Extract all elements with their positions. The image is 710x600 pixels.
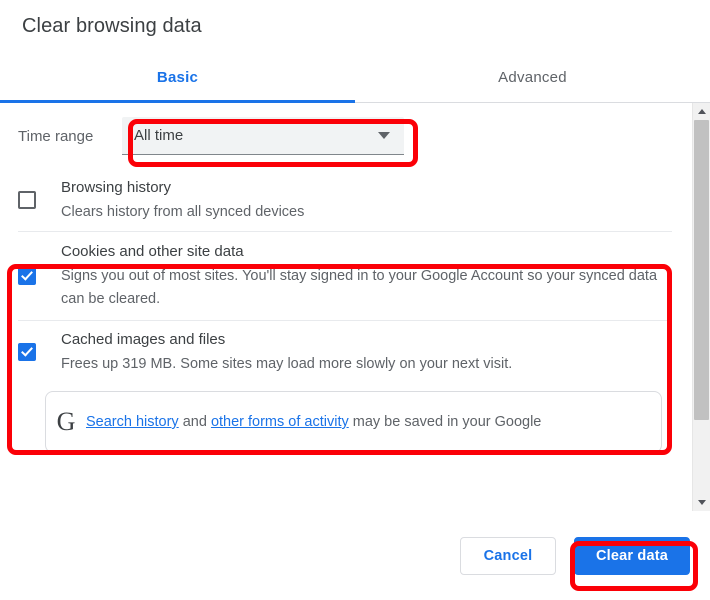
option-row-browsing-history[interactable]: Browsing history Clears history from all… (0, 169, 692, 231)
scroll-down-button[interactable] (693, 494, 710, 511)
checkbox-cached-images[interactable] (18, 343, 36, 361)
option-title: Cached images and files (61, 330, 226, 348)
option-subtitle: Clears history from all synced devices (61, 203, 305, 220)
page-title: Clear browsing data (22, 14, 202, 37)
scrollbar-thumb[interactable] (694, 120, 709, 420)
time-range-label: Time range (18, 127, 94, 145)
option-subtitle: Signs you out of most sites. You'll stay… (61, 268, 658, 307)
settings-list: Time range All time Browsing history Cle… (0, 103, 692, 511)
cancel-button[interactable]: Cancel (460, 536, 556, 575)
tab-basic-label: Basic (156, 68, 199, 86)
option-row-cached-images[interactable]: Cached images and files Frees up 319 MB.… (0, 321, 692, 383)
dialog-title-bar: Clear browsing data (0, 0, 710, 52)
scrollbar-track[interactable] (693, 120, 710, 494)
checkbox-cookies[interactable] (18, 267, 36, 285)
scroll-down-arrow-icon (697, 500, 706, 505)
tab-advanced-label: Advanced (498, 68, 567, 86)
dialog-content-area: Time range All time Browsing history Cle… (0, 103, 710, 511)
option-title: Browsing history (61, 178, 172, 196)
time-range-select-wrapper: All time (122, 117, 404, 155)
dialog-footer: Cancel Clear data (0, 511, 710, 600)
google-activity-notice: G Search history and other forms of acti… (45, 391, 662, 453)
time-range-row: Time range All time (0, 103, 692, 169)
scroll-up-button[interactable] (693, 103, 710, 120)
checkbox-browsing-history[interactable] (18, 191, 36, 209)
tab-advanced[interactable]: Advanced (355, 52, 710, 102)
time-range-value: All time (134, 127, 184, 144)
scroll-up-arrow-icon (697, 109, 706, 114)
option-texts: Cookies and other site data Signs you ou… (61, 241, 662, 311)
option-texts: Browsing history Clears history from all… (61, 177, 662, 224)
option-texts: Cached images and files Frees up 319 MB.… (61, 329, 662, 376)
google-g-icon: G (56, 407, 76, 436)
option-subtitle: Frees up 319 MB. Some sites may load mor… (61, 355, 513, 372)
chevron-down-icon (378, 132, 390, 139)
tab-basic[interactable]: Basic (0, 52, 355, 103)
notice-mid-text: and (178, 414, 211, 430)
option-row-cookies[interactable]: Cookies and other site data Signs you ou… (0, 232, 692, 320)
clear-browsing-data-dialog: Clear browsing data Basic Advanced Time … (0, 0, 710, 600)
option-title: Cookies and other site data (61, 243, 244, 260)
notice-tail-text: may be saved in your Google (348, 414, 542, 430)
search-history-link[interactable]: Search history (86, 414, 179, 430)
tab-bar: Basic Advanced (0, 52, 710, 103)
content-scrollbar[interactable] (692, 103, 710, 511)
google-activity-text: Search history and other forms of activi… (86, 411, 541, 433)
time-range-select[interactable]: All time (122, 117, 404, 155)
clear-data-button[interactable]: Clear data (574, 536, 690, 575)
other-activity-link[interactable]: other forms of activity (211, 414, 349, 430)
